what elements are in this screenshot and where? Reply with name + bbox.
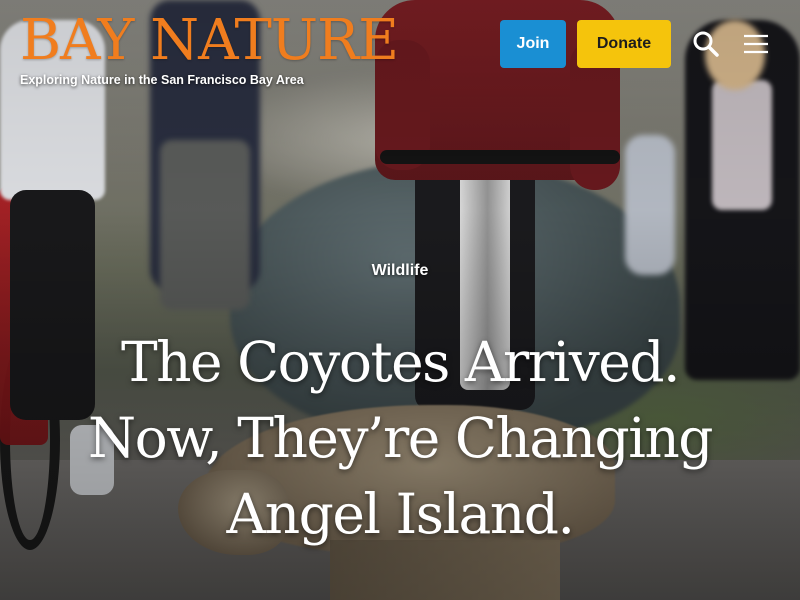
- category-link[interactable]: Wildlife: [372, 262, 429, 280]
- hamburger-menu-icon[interactable]: [738, 26, 774, 62]
- article-headline[interactable]: The Coyotes Arrived. Now, They’re Changi…: [50, 324, 750, 552]
- logo-title: BAY NATURE: [20, 8, 399, 73]
- hero-article: Wildlife The Coyotes Arrived. Now, They’…: [0, 262, 800, 552]
- search-icon[interactable]: [688, 26, 724, 62]
- logo-tagline: Exploring Nature in the San Francisco Ba…: [20, 73, 304, 87]
- site-logo[interactable]: BAY NATURE Exploring Nature in the San F…: [20, 8, 399, 88]
- donate-button[interactable]: Donate: [577, 20, 671, 68]
- site-header: BAY NATURE Exploring Nature in the San F…: [0, 0, 800, 95]
- join-button[interactable]: Join: [500, 20, 566, 68]
